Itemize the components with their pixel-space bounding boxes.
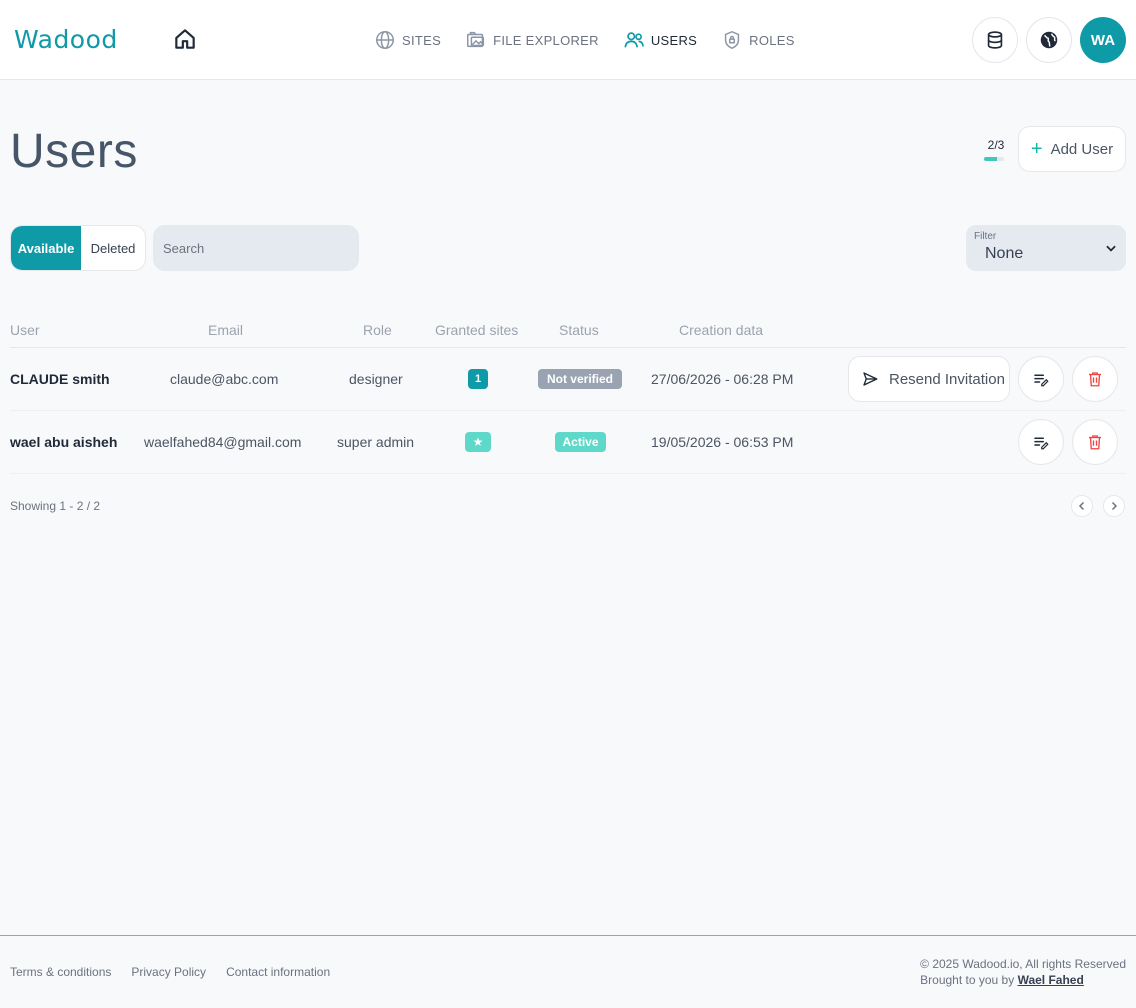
row-role: super admin <box>337 434 415 450</box>
trash-icon <box>1089 372 1101 387</box>
row-created: 19/05/2026 - 06:53 PM <box>651 434 794 450</box>
column-user: User <box>10 322 40 338</box>
row-user: wael abu aisheh <box>10 434 118 450</box>
globe-icon <box>376 31 394 49</box>
add-user-button[interactable]: + Add User <box>1018 126 1126 172</box>
contact-link[interactable]: Contact information <box>226 965 330 979</box>
prev-page-button[interactable] <box>1071 495 1093 517</box>
user-quota-text: 2/3 <box>987 138 1005 152</box>
nav-file-explorer[interactable]: FILE EXPLORER <box>465 29 599 51</box>
chevron-down-icon <box>1106 245 1116 252</box>
wadood-logo[interactable]: Wadood <box>14 24 146 56</box>
row-role: designer <box>349 371 403 387</box>
send-icon <box>863 372 878 386</box>
page-title: Users <box>10 125 138 178</box>
column-creation-date: Creation data <box>679 322 764 338</box>
granted-sites-badge: 1 <box>468 369 488 389</box>
row-email: waelfahed84@gmail.com <box>144 434 302 450</box>
nav-users[interactable]: USERS <box>623 29 697 51</box>
author-link[interactable]: Wael Fahed <box>1018 973 1084 987</box>
availability-tabs: Available Deleted <box>10 225 146 271</box>
column-status: Status <box>559 322 599 338</box>
user-avatar[interactable]: WA <box>1080 17 1126 63</box>
filter-value: None <box>985 245 1024 262</box>
column-role: Role <box>363 322 392 338</box>
resend-invitation-button[interactable]: Resend Invitation <box>848 356 1010 402</box>
terms-link[interactable]: Terms & conditions <box>10 965 111 979</box>
footer-copyright: © 2025 Wadood.io, All rights Reserved Br… <box>920 956 1126 988</box>
filter-label: Filter <box>974 231 997 242</box>
delete-user-button[interactable] <box>1072 356 1118 402</box>
star-badge-icon: ★ <box>465 432 491 452</box>
credit-prefix: Brought to you by <box>920 973 1015 987</box>
credit-line: Brought to you by Wael Fahed <box>920 972 1126 988</box>
trash-icon <box>1089 435 1101 450</box>
edit-list-icon <box>1034 374 1049 387</box>
tab-available[interactable]: Available <box>11 226 81 270</box>
next-page-button[interactable] <box>1103 495 1125 517</box>
svg-text:Wadood: Wadood <box>14 25 118 54</box>
edit-user-button[interactable] <box>1018 419 1064 465</box>
language-button[interactable] <box>1026 17 1072 63</box>
nav-roles-label: ROLES <box>749 32 795 48</box>
privacy-link[interactable]: Privacy Policy <box>131 965 206 979</box>
chevron-left-icon <box>1078 501 1085 511</box>
user-quota-bar <box>984 157 1004 161</box>
pagination-summary: Showing 1 - 2 / 2 <box>10 499 101 513</box>
row-created: 27/06/2026 - 06:28 PM <box>651 371 794 387</box>
column-granted-sites: Granted sites <box>435 322 519 338</box>
user-quota-fill <box>984 157 998 161</box>
edit-user-button[interactable] <box>1018 356 1064 402</box>
folder-images-icon <box>467 31 485 48</box>
nav-sites[interactable]: SITES <box>374 29 441 51</box>
home-icon[interactable] <box>172 26 198 52</box>
row-user: CLAUDE smith <box>10 371 110 387</box>
nav-users-label: USERS <box>650 32 698 48</box>
chevron-right-icon <box>1111 501 1118 511</box>
status-badge: Active <box>555 432 606 452</box>
copyright-text: © 2025 Wadood.io, All rights Reserved <box>920 957 1126 971</box>
status-badge: Not verified <box>538 369 622 389</box>
row-email: claude@abc.com <box>170 371 279 387</box>
filter-select[interactable]: Filter None <box>966 225 1126 271</box>
nav-file-explorer-label: FILE EXPLORER <box>493 32 599 48</box>
add-user-label: Add User <box>1050 140 1114 158</box>
globe-solid-icon <box>1040 31 1058 49</box>
database-button[interactable] <box>972 17 1018 63</box>
tab-deleted[interactable]: Deleted <box>81 226 145 270</box>
top-header: Wadood SITES FILE EXPLORER USERS ROLES W… <box>0 0 1136 80</box>
edit-list-icon <box>1034 437 1049 450</box>
table-row: CLAUDE smith claude@abc.com designer 1 N… <box>10 348 1126 411</box>
table-row: wael abu aisheh waelfahed84@gmail.com su… <box>10 411 1126 474</box>
footer-links: Terms & conditions Privacy Policy Contac… <box>10 965 330 979</box>
resend-invitation-label: Resend Invitation <box>889 370 1005 388</box>
main-nav: SITES FILE EXPLORER USERS ROLES <box>374 28 795 52</box>
nav-sites-label: SITES <box>402 32 442 48</box>
column-email: Email <box>208 322 244 338</box>
table-header: User Email Role Granted sites Status Cre… <box>10 318 1126 348</box>
page-footer: Terms & conditions Privacy Policy Contac… <box>0 935 1136 1008</box>
search-input[interactable] <box>153 225 359 271</box>
plus-icon: + <box>1030 138 1043 160</box>
shield-lock-icon <box>725 30 740 50</box>
database-icon <box>987 31 1003 49</box>
users-icon <box>624 32 644 48</box>
nav-roles[interactable]: ROLES <box>721 29 795 51</box>
user-quota: 2/3 <box>984 138 1008 161</box>
delete-user-button[interactable] <box>1072 419 1118 465</box>
